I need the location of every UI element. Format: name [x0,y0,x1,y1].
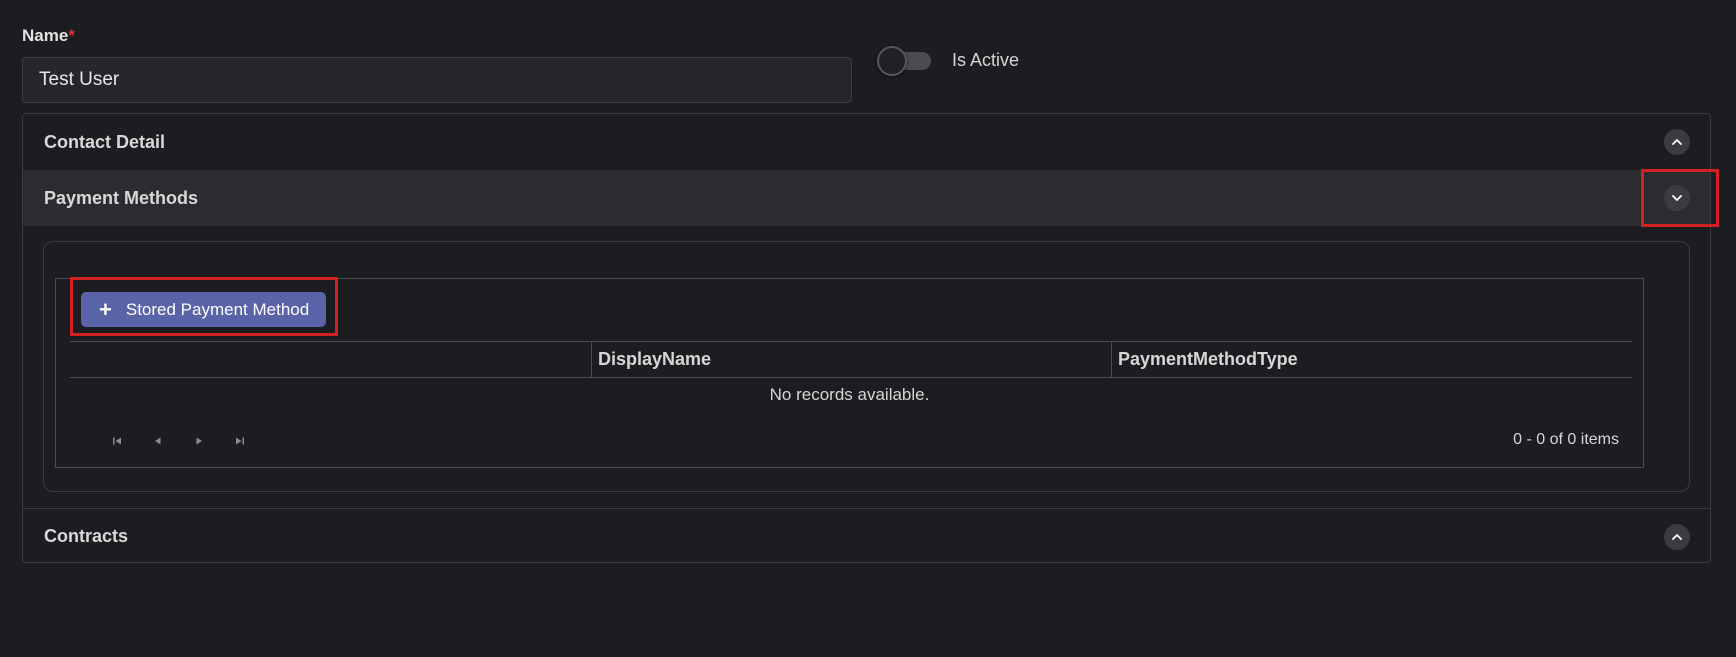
customer-form: Name* Is Active Contact Detail Payment M… [0,0,1736,657]
payment-methods-toggle[interactable] [1664,185,1690,211]
last-page-icon [235,437,244,445]
no-records-message: No records available. [769,385,930,404]
chevron-up-icon [1672,534,1682,540]
contact-detail-toggle[interactable] [1664,129,1690,155]
plus-icon: + [99,296,112,322]
grid-header: DisplayName PaymentMethodType [70,341,1632,378]
required-marker: * [68,26,75,45]
last-page-button[interactable] [219,431,260,451]
is-active-toggle[interactable] [877,46,933,76]
add-stored-payment-method-button[interactable]: + Stored Payment Method [81,292,326,327]
payment-methods-title: Payment Methods [44,187,199,208]
first-page-icon [112,437,121,445]
column-header-displayname[interactable]: DisplayName [591,342,1111,377]
column-header-paymentmethodtype[interactable]: PaymentMethodType [1111,342,1632,377]
payment-methods-header[interactable]: Payment Methods [23,170,1710,226]
column-header-empty [70,342,591,377]
prev-page-button[interactable] [137,431,178,451]
name-input[interactable] [22,57,852,103]
contracts-title: Contracts [44,525,129,546]
pager [96,431,260,451]
accordion: Contact Detail Payment Methods + Stored … [22,113,1711,563]
contracts-header[interactable]: Contracts [23,508,1710,563]
chevron-up-icon [1672,139,1682,145]
prev-page-icon [154,437,160,445]
toggle-knob [877,46,907,76]
name-label: Name* [22,26,75,46]
contracts-toggle[interactable] [1664,524,1690,550]
contact-detail-title: Contact Detail [44,131,166,152]
is-active-label: Is Active [952,50,1020,70]
chevron-down-icon [1672,195,1682,201]
name-label-text: Name [22,26,69,45]
pager-items-info: 0 - 0 of 0 items [1513,431,1619,448]
next-page-icon [196,437,202,445]
contact-detail-header[interactable]: Contact Detail [23,114,1710,170]
next-page-button[interactable] [178,431,219,451]
first-page-button[interactable] [96,431,137,451]
payment-methods-panel: + Stored Payment Method DisplayName Paym… [43,241,1690,492]
add-button-label: Stored Payment Method [125,299,310,319]
payment-methods-grid: + Stored Payment Method DisplayName Paym… [55,278,1644,468]
